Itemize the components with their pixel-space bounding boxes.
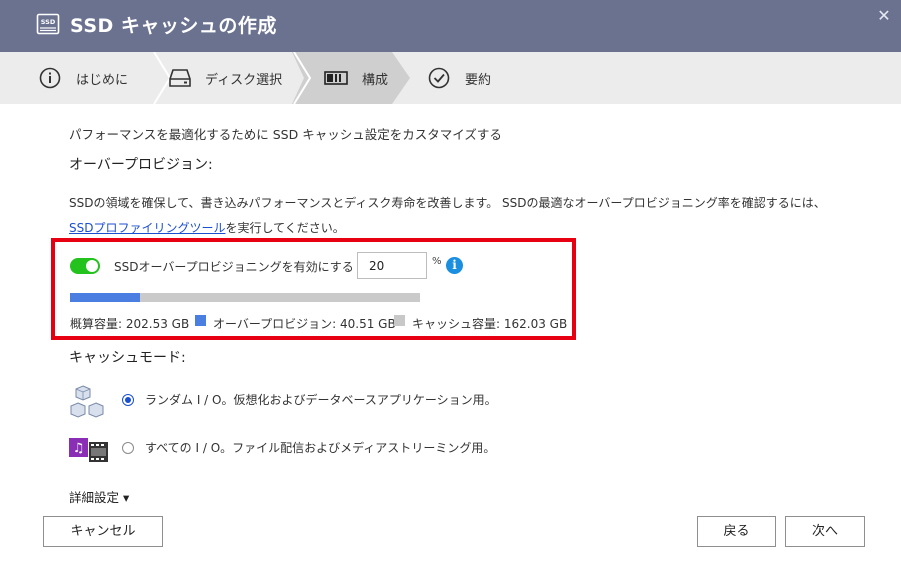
percent-unit: % [432, 256, 442, 267]
over-provisioning-heading: オーバープロビジョン: [69, 157, 213, 173]
over-provision-legend-swatch [195, 315, 206, 326]
cache-mode-all-radio[interactable] [122, 442, 134, 454]
profiling-tool-link[interactable]: SSDプロファイリングツール [69, 221, 225, 235]
cache-mode-random-radio[interactable] [122, 394, 134, 406]
content-area: パフォーマンスを最適化するために SSD キャッシュ設定をカスタマイズする オー… [0, 104, 901, 504]
description-line-1: SSDの領域を確保して、書き込みパフォーマンスとディスク寿命を改善します。 SS… [69, 196, 826, 210]
over-provisioning-toggle-label: SSDオーバープロビジョニングを有効にする [114, 260, 354, 274]
step-label: 構成 [362, 73, 389, 88]
capacity-bar [70, 293, 420, 302]
ssd-icon: SSD [36, 13, 60, 35]
media-icon: ♫ [69, 438, 108, 462]
disk-icon [169, 69, 191, 87]
cancel-button[interactable]: キャンセル [43, 516, 163, 547]
cache-legend-swatch [394, 315, 405, 326]
cache-capacity: キャッシュ容量: 162.03 GB [412, 317, 568, 331]
toggle-knob [86, 260, 98, 272]
description-suffix: を実行してください。 [225, 221, 345, 235]
cubes-icon [70, 385, 104, 418]
description-line-2: SSDプロファイリングツールを実行してください。 [69, 219, 345, 236]
capacity-bar-fill [70, 293, 140, 302]
title-bar: SSD SSD キャッシュの作成 ✕ [0, 0, 901, 52]
next-button[interactable]: 次へ [785, 516, 865, 547]
svg-text:♫: ♫ [73, 441, 85, 456]
over-provisioning-percent-input[interactable] [357, 252, 427, 279]
step-label: はじめに [76, 73, 129, 88]
window-title: SSD キャッシュの作成 [70, 15, 277, 37]
wizard-steps: はじめに ディスク選択 構成 要約 [0, 52, 901, 104]
info-icon[interactable]: i [446, 257, 463, 274]
close-icon[interactable]: ✕ [872, 4, 896, 28]
cache-mode-all-label: すべての I / O。ファイル配信およびメディアストリーミング用。 [145, 441, 496, 455]
cache-mode-heading: キャッシュモード: [69, 350, 186, 366]
intro-text: パフォーマンスを最適化するために SSD キャッシュ設定をカスタマイズする [69, 127, 502, 142]
over-provision-capacity: オーバープロビジョン: 40.51 GB [213, 317, 396, 331]
cache-mode-random-label: ランダム I / O。仮想化およびデータベースアプリケーション用。 [145, 393, 497, 407]
total-capacity: 概算容量: 202.53 GB [70, 317, 190, 331]
step-label: ディスク選択 [205, 73, 283, 88]
back-button[interactable]: 戻る [697, 516, 776, 547]
step-label: 要約 [465, 73, 492, 88]
advanced-settings-toggle[interactable]: 詳細設定 ▾ [69, 487, 129, 504]
config-icon [324, 71, 348, 85]
svg-text:SSD: SSD [41, 18, 56, 26]
over-provisioning-toggle[interactable] [70, 258, 100, 274]
info-circle-icon [39, 67, 61, 89]
check-circle-icon [428, 67, 450, 89]
step-separator [293, 52, 312, 104]
